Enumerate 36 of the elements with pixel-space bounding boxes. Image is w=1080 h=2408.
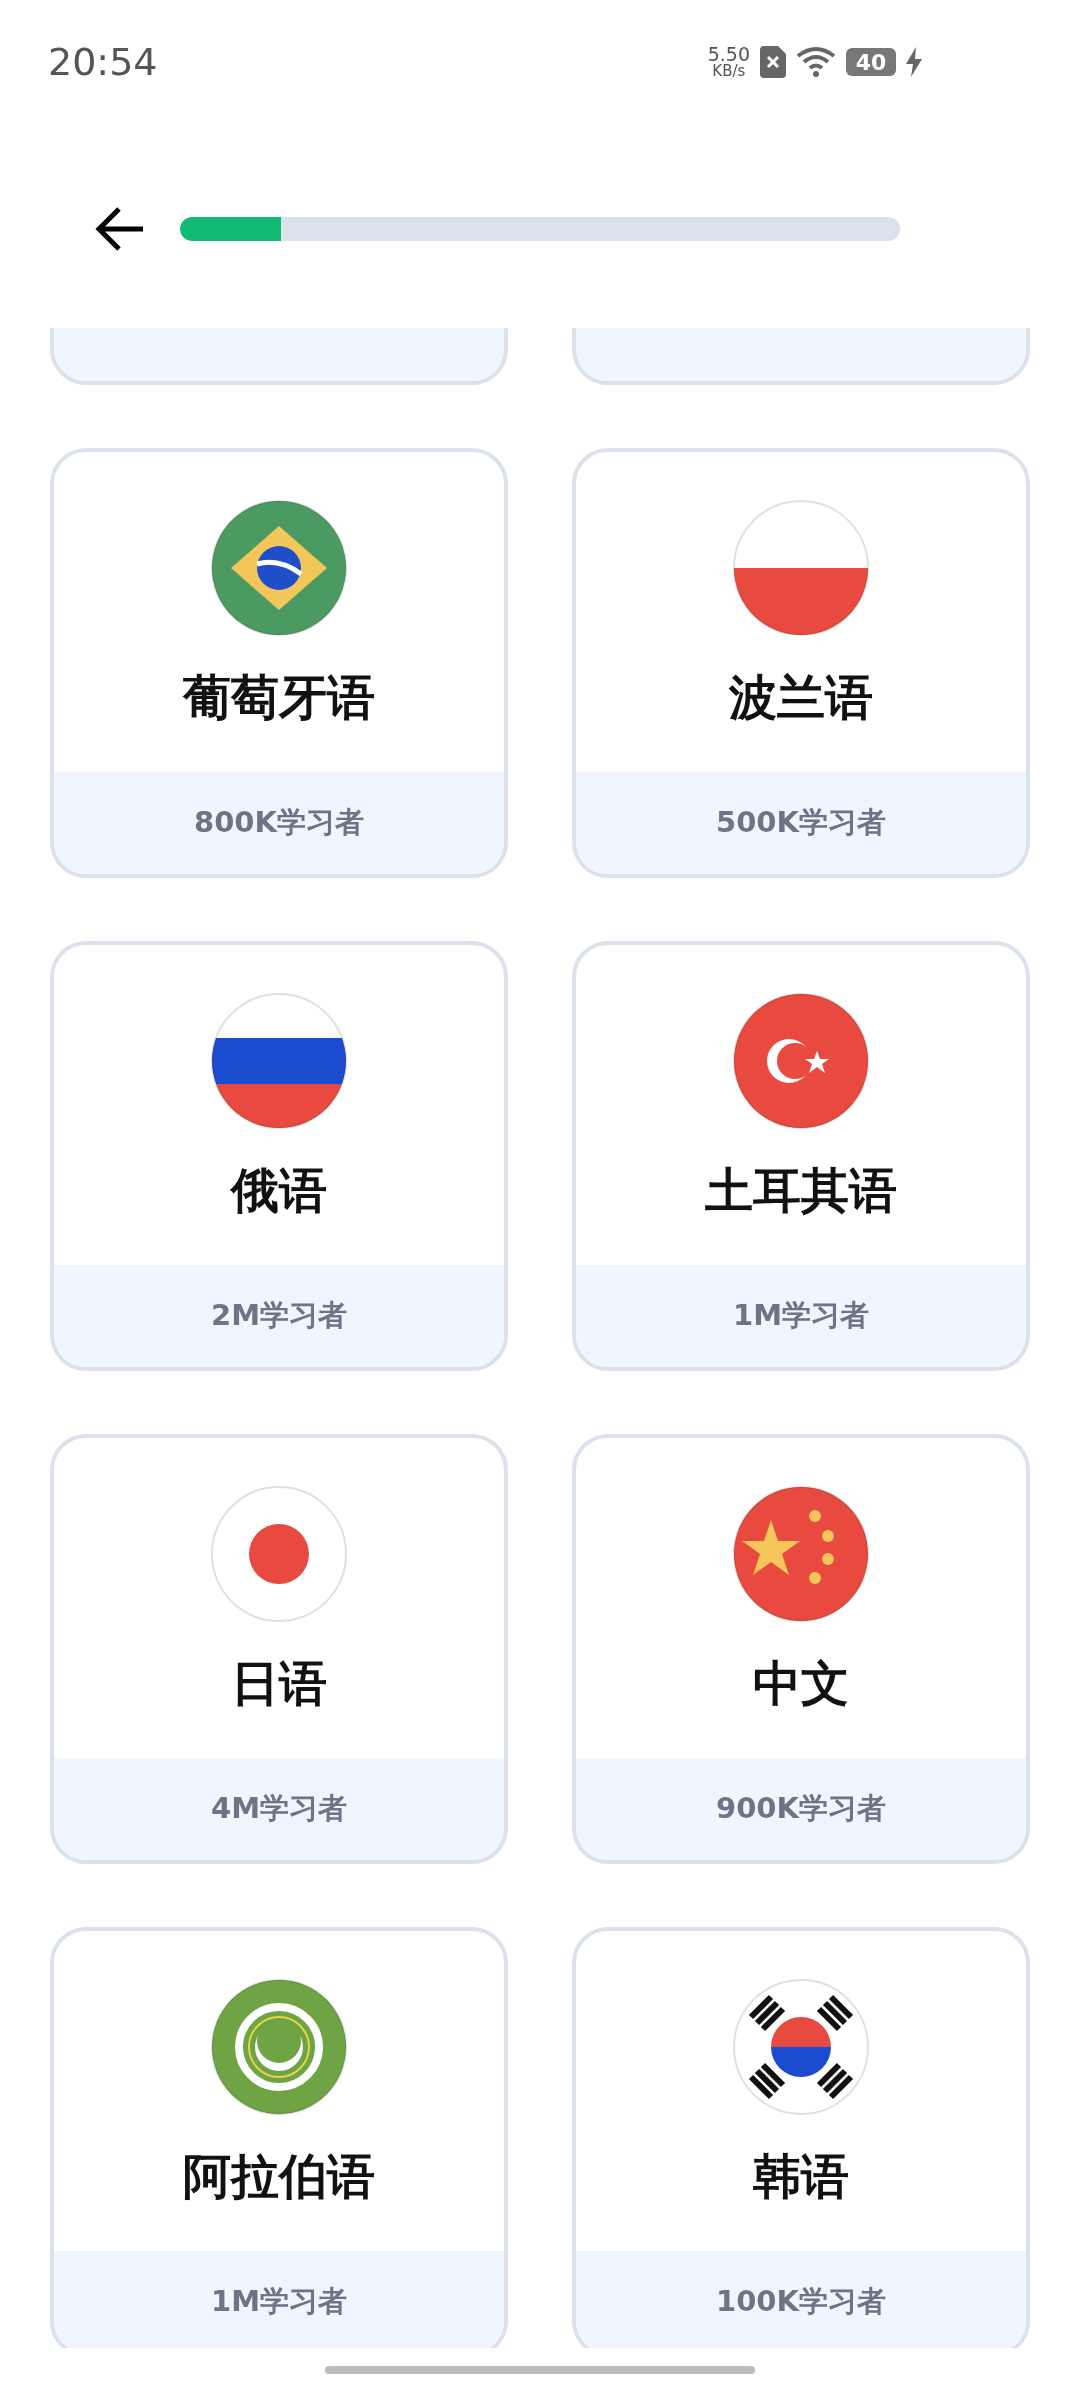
language-card[interactable]: 中文 900K学习者 [572, 1434, 1030, 1864]
language-name: 阿拉伯语 [183, 2147, 375, 2206]
language-name: 中文 [753, 1654, 849, 1713]
sim-card-icon [760, 46, 786, 78]
korea-flag-icon [733, 1979, 869, 2115]
network-speed-unit: KB/s [712, 64, 746, 79]
poland-flag-icon [733, 500, 869, 636]
language-card[interactable]: 土耳其语 1M学习者 [572, 941, 1030, 1371]
language-name: 波兰语 [729, 668, 873, 727]
network-speed: 5.50 [707, 45, 750, 64]
learner-count: 4M学习者 [210, 1790, 347, 1827]
learner-count: 100K学习者 [716, 2283, 886, 2320]
language-card[interactable]: 阿拉伯语 1M学习者 [50, 1927, 508, 2348]
language-name: 葡萄牙语 [183, 668, 375, 727]
charging-icon [906, 47, 922, 77]
japan-flag-icon [211, 1486, 347, 1622]
language-name: 韩语 [753, 2147, 849, 2206]
language-name: 土耳其语 [705, 1161, 897, 1220]
learner-count: 500K学习者 [716, 804, 886, 841]
language-name: 日语 [231, 1654, 327, 1713]
language-card[interactable]: 葡萄牙语 800K学习者 [50, 448, 508, 878]
battery-icon: 40 [846, 48, 896, 76]
status-time: 20:54 [48, 40, 158, 84]
language-name: 俄语 [231, 1161, 327, 1220]
learner-count: 900K学习者 [716, 1790, 886, 1827]
language-card[interactable]: 波兰语 500K学习者 [572, 448, 1030, 878]
learner-count: 800K学习者 [194, 804, 364, 841]
russia-flag-icon [211, 993, 347, 1129]
learner-count: 1M学习者 [732, 1297, 869, 1334]
learner-count: 2M学习者 [210, 1297, 347, 1334]
language-card[interactable]: 俄语 2M学习者 [50, 941, 508, 1371]
language-card[interactable]: 韩语 100K学习者 [572, 1927, 1030, 2348]
wifi-icon [796, 46, 836, 78]
back-arrow-icon [95, 206, 145, 252]
learner-count: 1M学习者 [210, 2283, 347, 2320]
language-card[interactable]: 日语 4M学习者 [50, 1434, 508, 1864]
